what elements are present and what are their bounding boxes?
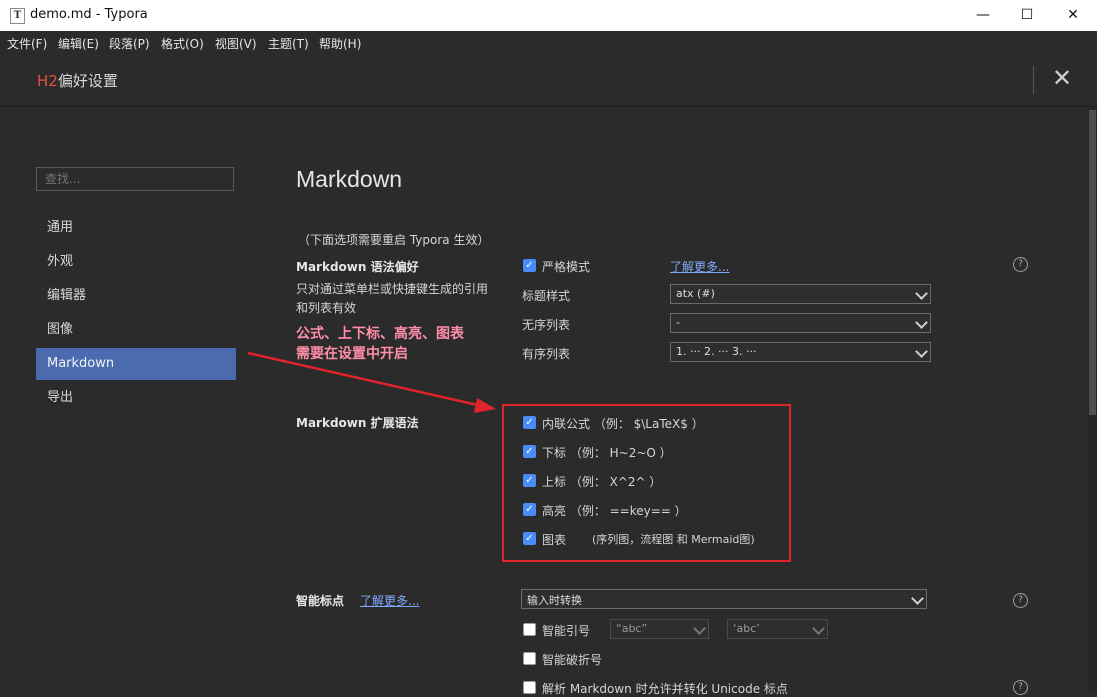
ext-syntax-title: Markdown 扩展语法 — [296, 416, 419, 430]
smart-punct-mode-value: 输入时转换 — [527, 594, 582, 607]
single-quote-value: ‘abc’ — [733, 622, 760, 635]
smart-punct-mode-select[interactable]: 输入时转换 — [521, 589, 927, 609]
chevron-down-icon — [911, 592, 924, 605]
inline-math-checkbox[interactable]: ✓ — [523, 416, 536, 429]
single-quote-select[interactable]: ‘abc’ — [727, 619, 828, 639]
smart-dash-checkbox[interactable] — [523, 652, 536, 665]
diagrams-label: 图表 — [542, 533, 567, 547]
highlight-label: 高亮 （例： ==key== ） — [542, 504, 687, 518]
question-circle-icon[interactable]: ? — [1013, 593, 1028, 608]
unicode-punct-checkbox[interactable] — [523, 681, 536, 694]
double-quote-value: “abc” — [616, 622, 648, 635]
chevron-down-icon — [693, 622, 706, 635]
smart-punct-title: 智能标点 — [296, 594, 345, 608]
subscript-label: 下标 （例： H~2~O ） — [542, 446, 672, 460]
scrollbar-thumb[interactable] — [1089, 110, 1096, 415]
double-quote-select[interactable]: “abc” — [610, 619, 709, 639]
inline-math-label: 内联公式 （例： $\LaTeX$ ） — [542, 417, 704, 431]
smart-quotes-label: 智能引号 — [542, 624, 591, 638]
chevron-down-icon — [812, 622, 825, 635]
superscript-label: 上标 （例： X^2^ ） — [542, 475, 662, 489]
smart-punct-learn-more-link[interactable]: 了解更多... — [360, 592, 419, 609]
smart-quotes-checkbox[interactable] — [523, 623, 536, 636]
diagrams-checkbox[interactable]: ✓ — [523, 532, 536, 545]
superscript-checkbox[interactable]: ✓ — [523, 474, 536, 487]
highlight-checkbox[interactable]: ✓ — [523, 503, 536, 516]
diagrams-note: (序列图，流程图 和 Mermaid图) — [592, 533, 755, 546]
subscript-checkbox[interactable]: ✓ — [523, 445, 536, 458]
unicode-punct-label: 解析 Markdown 时允许并转化 Unicode 标点 — [542, 682, 788, 696]
smart-dash-label: 智能破折号 — [542, 653, 603, 667]
